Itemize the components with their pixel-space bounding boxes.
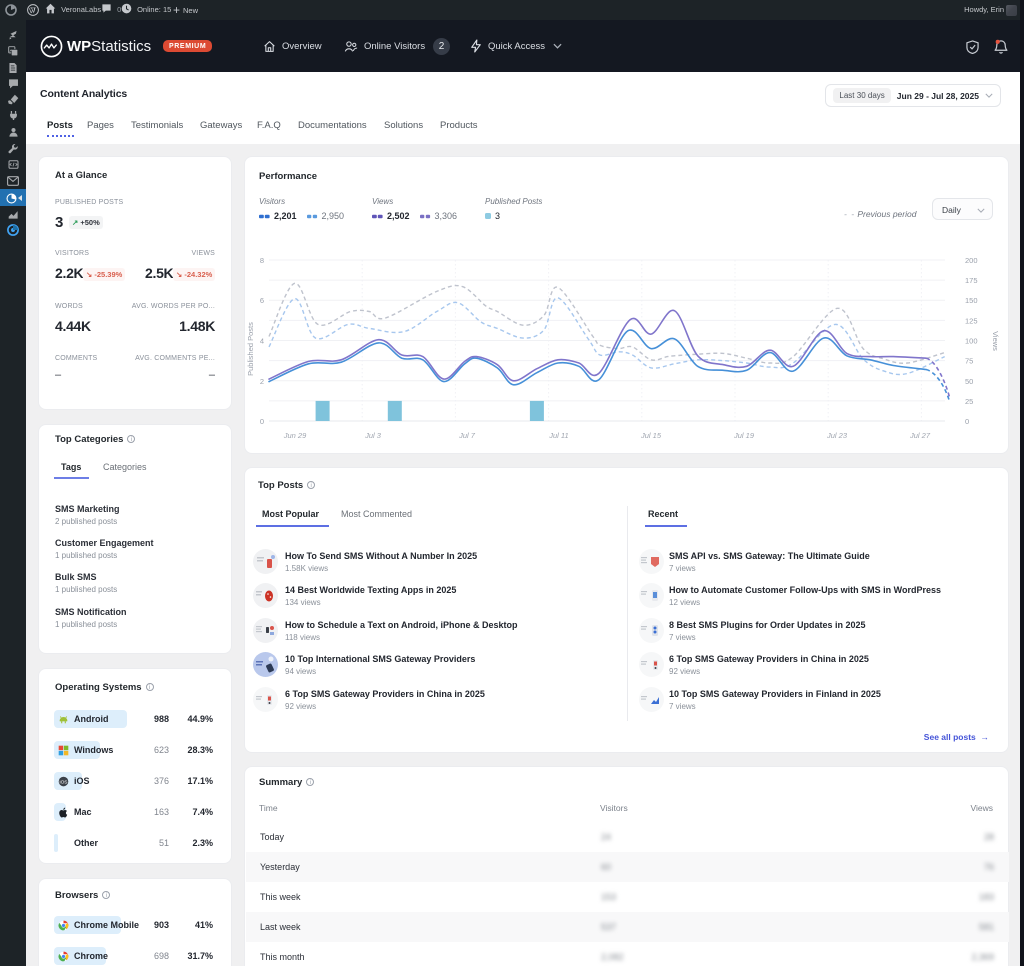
svg-text:Views: Views (991, 331, 1000, 351)
svg-text:200: 200 (965, 256, 978, 265)
svg-text:Jul 27: Jul 27 (909, 431, 931, 440)
svg-text:Jul 23: Jul 23 (826, 431, 848, 440)
svg-text:75: 75 (965, 357, 973, 366)
svg-text:Published Posts: Published Posts (246, 322, 255, 376)
svg-text:Jul 19: Jul 19 (733, 431, 755, 440)
svg-text:50: 50 (965, 377, 973, 386)
svg-text:Jul 7: Jul 7 (458, 431, 476, 440)
svg-text:Jul 15: Jul 15 (640, 431, 662, 440)
svg-text:Jul 3: Jul 3 (364, 431, 382, 440)
svg-text:6: 6 (260, 296, 264, 305)
svg-text:2: 2 (260, 377, 264, 386)
svg-text:175: 175 (965, 276, 978, 285)
svg-text:iOS: iOS (60, 779, 68, 785)
svg-text:8: 8 (260, 256, 264, 265)
svg-text:Jun 29: Jun 29 (283, 431, 307, 440)
svg-text:125: 125 (965, 316, 978, 325)
svg-text:100: 100 (965, 337, 978, 346)
svg-text:4: 4 (260, 337, 264, 346)
svg-text:0: 0 (260, 417, 264, 426)
svg-text:Jul 11: Jul 11 (548, 431, 568, 440)
svg-text:0: 0 (965, 417, 969, 426)
svg-text:25: 25 (965, 397, 973, 406)
svg-text:150: 150 (965, 296, 978, 305)
